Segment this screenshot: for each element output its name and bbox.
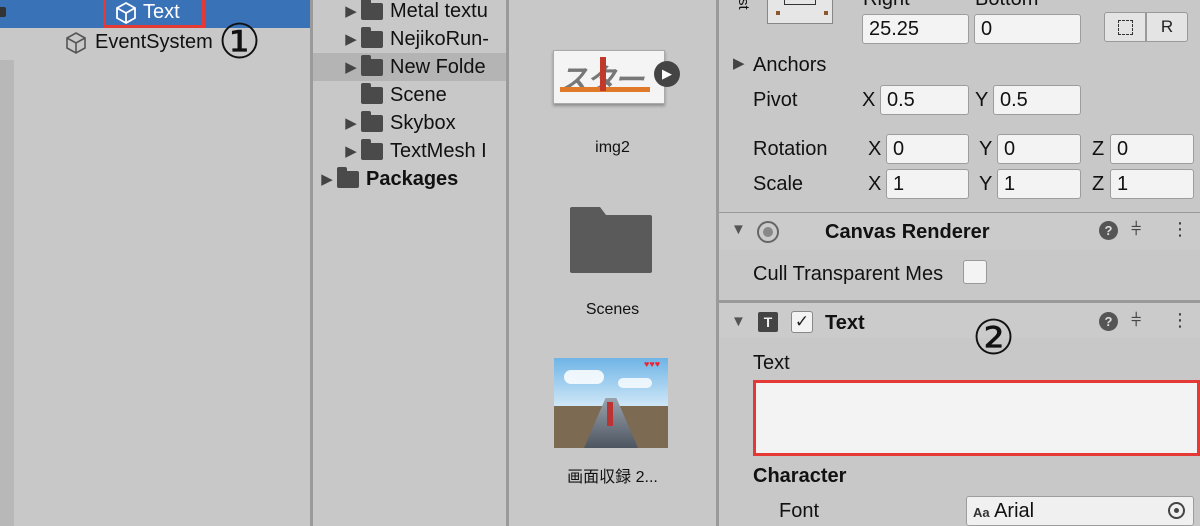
thumbnail-mark — [600, 57, 606, 91]
font-object-field[interactable]: Aa Arial — [966, 496, 1194, 526]
rect-bottom-label: Bottom — [975, 0, 1038, 11]
scale-label: Scale — [753, 173, 804, 195]
font-label: Font — [779, 500, 820, 522]
pivot-y-axis-label: Y — [975, 89, 989, 111]
scale-x-field[interactable]: 1 — [886, 169, 969, 199]
expand-arrow-icon[interactable]: ▶ — [341, 30, 361, 48]
anchors-foldout-label[interactable]: Anchors — [753, 54, 826, 77]
folder-icon — [361, 110, 383, 132]
more-vertical-icon[interactable]: ⋮ — [1171, 310, 1189, 331]
hierarchy-item-eventsystem[interactable]: EventSystem — [0, 28, 310, 58]
rotation-z-field[interactable]: 0 — [1110, 134, 1194, 164]
hierarchy-panel: Text EventSystem ① — [0, 0, 310, 526]
foldout-arrow-icon[interactable]: ▼ — [731, 221, 746, 238]
dotted-square-icon — [1118, 20, 1133, 35]
blueprint-mode-button[interactable] — [1104, 12, 1146, 42]
hierarchy-gutter — [0, 60, 14, 526]
asset-thumbnail-screen-recording[interactable]: ♥♥♥ — [554, 358, 668, 448]
folder-item-skybox[interactable]: ▶ Skybox — [313, 109, 506, 137]
folder-item-nejikorun[interactable]: ▶ NejikoRun- — [313, 25, 506, 53]
eye-icon[interactable] — [0, 7, 6, 17]
gameobject-cube-icon — [64, 31, 88, 61]
annotation-number-2: ② — [972, 310, 1016, 366]
anchor-preset-side-label: st — [735, 0, 752, 10]
rect-right-field[interactable]: 25.25 — [862, 14, 969, 44]
folder-icon — [361, 0, 383, 20]
presets-sliders-icon[interactable]: ⫩ — [1131, 219, 1141, 240]
annotation-highlight-box — [103, 0, 205, 28]
text-component-header[interactable]: ▼ T ✓ Text ? ⫩ ⋮ — [719, 300, 1200, 338]
scale-z-field[interactable]: 1 — [1110, 169, 1194, 199]
scale-x-axis-label: X — [868, 173, 882, 195]
pivot-x-axis-label: X — [862, 89, 876, 111]
cull-transparent-label: Cull Transparent Mes — [753, 263, 944, 285]
rotation-y-axis-label: Y — [979, 138, 993, 160]
scale-y-field[interactable]: 1 — [997, 169, 1081, 199]
folder-item-new-folder[interactable]: ▶ New Folde — [313, 53, 506, 81]
raw-edit-button[interactable]: R — [1146, 12, 1188, 42]
presets-sliders-icon[interactable]: ⫩ — [1131, 310, 1141, 331]
text-enabled-checkbox[interactable]: ✓ — [791, 311, 813, 333]
folder-icon — [337, 166, 359, 188]
help-icon[interactable]: ? — [1099, 312, 1118, 331]
help-icon[interactable]: ? — [1099, 221, 1118, 240]
thumbnail-runner — [607, 402, 613, 426]
expand-arrow-icon[interactable]: ▶ — [341, 2, 361, 20]
folder-icon — [361, 82, 383, 104]
cull-transparent-checkbox[interactable] — [963, 260, 987, 284]
pivot-label: Pivot — [753, 89, 798, 111]
text-component-title: Text — [825, 312, 865, 334]
scale-z-axis-label: Z — [1092, 173, 1105, 195]
rotation-label: Rotation — [753, 138, 828, 160]
font-asset-icon: Aa — [973, 505, 990, 520]
anchor-preset-button[interactable] — [767, 0, 833, 24]
project-folder-tree: ▶ Metal textu ▶ NejikoRun- ▶ New Folde Scen… — [313, 0, 506, 526]
foldout-arrow-icon[interactable]: ▼ — [731, 313, 746, 330]
rotation-y-field[interactable]: 0 — [997, 134, 1081, 164]
asset-label-scenes[interactable]: Scenes — [509, 301, 716, 319]
folder-icon — [361, 26, 383, 48]
folder-item-textmesh[interactable]: ▶ TextMesh I — [313, 137, 506, 165]
pivot-y-field[interactable]: 0.5 — [993, 85, 1081, 115]
rect-right-label: Right — [863, 0, 910, 11]
rotation-x-field[interactable]: 0 — [886, 134, 969, 164]
inspector-panel: st Right Bottom 25.25 0 R ▶ Anchors Pivo… — [719, 0, 1200, 526]
project-asset-grid: スター ▶ img2 Scenes ♥♥♥ 画面収録 2... — [509, 0, 716, 526]
canvas-renderer-title: Canvas Renderer — [825, 221, 990, 243]
text-content-textarea[interactable] — [753, 380, 1200, 456]
expand-arrow-icon[interactable]: ▶ — [341, 142, 361, 160]
pivot-x-field[interactable]: 0.5 — [880, 85, 969, 115]
expand-arrow-icon[interactable]: ▶ — [317, 170, 337, 188]
rotation-z-axis-label: Z — [1092, 138, 1105, 160]
rect-bottom-field[interactable]: 0 — [974, 14, 1081, 44]
folder-item-metal-textures[interactable]: ▶ Metal textu — [313, 0, 506, 25]
character-section-label: Character — [753, 465, 847, 487]
font-value: Arial — [994, 500, 1035, 522]
text-field-label: Text — [753, 352, 790, 374]
anchors-expand-arrow-icon[interactable]: ▶ — [733, 54, 745, 72]
scale-y-axis-label: Y — [979, 173, 993, 195]
hierarchy-item-label: EventSystem — [95, 31, 213, 53]
asset-label-screen-recording[interactable]: 画面収録 2... — [509, 463, 716, 487]
folder-icon — [361, 138, 383, 160]
annotation-number-1: ① — [218, 14, 262, 70]
rotation-x-axis-label: X — [868, 138, 882, 160]
more-vertical-icon[interactable]: ⋮ — [1171, 219, 1189, 240]
expand-arrow-icon[interactable]: ▶ — [341, 114, 361, 132]
canvas-renderer-header[interactable]: ▼ Canvas Renderer ? ⫩ ⋮ — [719, 212, 1200, 250]
expand-arrow-icon[interactable]: ▶ — [341, 58, 361, 76]
object-picker-icon[interactable] — [1168, 502, 1185, 519]
play-icon[interactable]: ▶ — [654, 61, 680, 87]
folder-icon — [361, 54, 383, 76]
folder-item-scene[interactable]: Scene — [313, 81, 506, 109]
asset-label-img2[interactable]: img2 — [509, 139, 716, 157]
folder-item-packages[interactable]: ▶ Packages — [313, 165, 506, 193]
text-component-icon: T — [758, 312, 778, 332]
canvas-renderer-eye-icon — [755, 220, 781, 249]
asset-thumbnail-img2[interactable]: スター — [553, 50, 665, 104]
folder-large-icon[interactable] — [568, 203, 654, 280]
